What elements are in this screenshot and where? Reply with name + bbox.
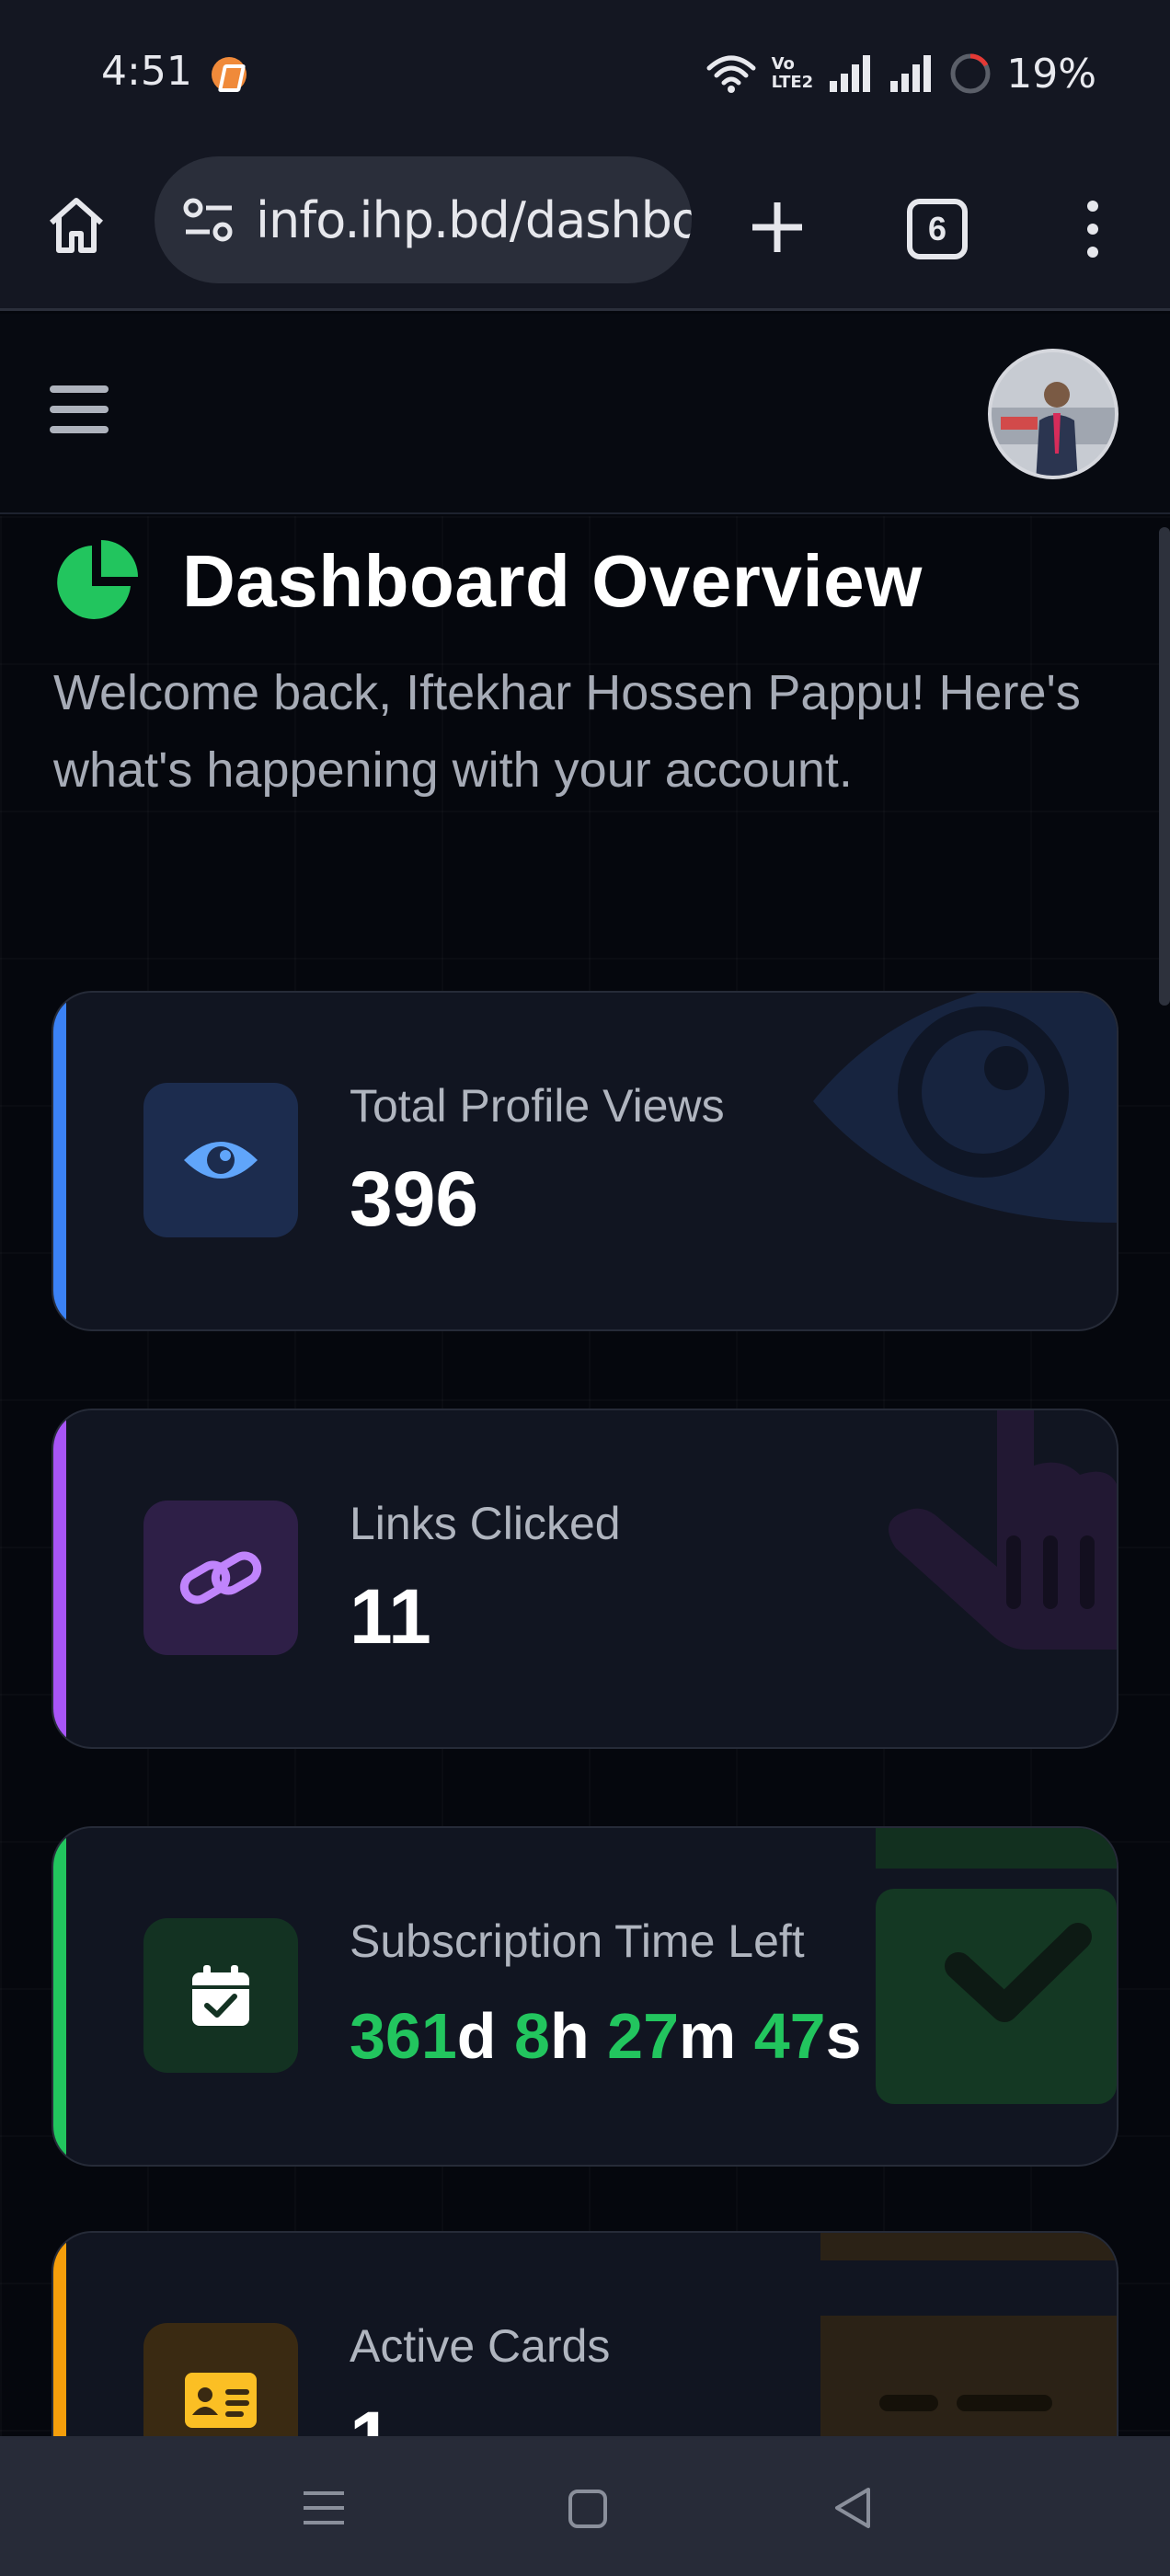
address-bar[interactable]: info.ihp.bd/dashboard — [155, 156, 692, 283]
signal-icon — [890, 55, 932, 92]
subscription-countdown: 361d 8h 27m 47s — [350, 1999, 862, 2073]
card-label: Total Profile Views — [350, 1080, 725, 1132]
countdown-seconds: 47 — [753, 2000, 826, 2072]
calendar-check-icon — [143, 1918, 298, 2073]
status-icons: Vo LTE2 19% — [705, 46, 1096, 101]
battery-level: 19% — [1006, 50, 1096, 98]
site-settings-icon[interactable] — [182, 197, 235, 243]
browser-toolbar: info.ihp.bd/dashboard 6 — [0, 147, 1170, 311]
home-icon[interactable] — [44, 193, 109, 258]
stat-card-subscription: Subscription Time Left 361d 8h 27m 47s — [52, 1826, 1118, 2167]
countdown-days: 361 — [350, 2000, 457, 2072]
volte-icon: Vo LTE2 — [772, 55, 814, 92]
countdown-minutes: 27 — [607, 2000, 680, 2072]
dashboard-content: Dashboard Overview Welcome back, Iftekha… — [0, 516, 1170, 2437]
avatar[interactable] — [988, 349, 1118, 479]
signal-icon — [830, 55, 871, 92]
countdown-days-unit: d — [456, 2000, 497, 2072]
battery-icon — [950, 53, 991, 94]
volte-bottom: LTE2 — [771, 73, 814, 92]
card-label: Active Cards — [350, 2320, 611, 2372]
scrollbar[interactable] — [1159, 527, 1170, 1006]
more-vert-icon[interactable] — [1074, 199, 1111, 259]
countdown-hours-unit: h — [549, 2000, 590, 2072]
card-value: 1 — [350, 2395, 393, 2437]
page-title-row: Dashboard Overview — [53, 538, 923, 625]
plus-icon[interactable] — [745, 195, 809, 259]
wifi-icon — [706, 55, 756, 93]
status-bar: 4:51 Vo LTE2 19% — [0, 0, 1170, 147]
countdown-hours: 8 — [514, 2000, 550, 2072]
back-icon[interactable] — [826, 2480, 881, 2536]
hamburger-icon[interactable] — [50, 385, 109, 439]
card-value: 396 — [350, 1156, 479, 1242]
stat-card-links-clicked: Links Clicked 11 — [52, 1409, 1118, 1749]
eye-icon — [143, 1083, 298, 1237]
calendar-watermark-icon — [876, 1828, 1117, 2104]
id-card-icon — [143, 2323, 298, 2437]
eye-watermark-icon — [813, 993, 1117, 1223]
app-header — [0, 314, 1170, 514]
card-label: Links Clicked — [350, 1498, 621, 1549]
status-time: 4:51 — [101, 48, 192, 95]
app-notification-icon — [212, 57, 247, 92]
card-label: Subscription Time Left — [350, 1915, 805, 1967]
home-nav-icon[interactable] — [559, 2480, 614, 2536]
pointer-watermark-icon — [889, 1410, 1117, 1650]
welcome-text: Welcome back, Iftekhar Hossen Pappu! Her… — [53, 665, 1081, 798]
stat-card-profile-views: Total Profile Views 396 — [52, 991, 1118, 1331]
countdown-seconds-unit: s — [825, 2000, 862, 2072]
chart-pie-icon — [57, 540, 138, 619]
volte-top: Vo — [771, 54, 795, 74]
stat-card-active-cards: Active Cards 1 — [52, 2231, 1118, 2437]
card-value: 11 — [350, 1573, 431, 1660]
url-text[interactable]: info.ihp.bd/dashboard — [256, 191, 692, 249]
recents-icon[interactable] — [296, 2480, 351, 2536]
countdown-minutes-unit: m — [679, 2000, 737, 2072]
link-icon — [143, 1501, 298, 1655]
id-card-watermark-icon — [820, 2233, 1117, 2437]
tab-switcher-button[interactable]: 6 — [907, 199, 968, 259]
system-navigation-bar — [0, 2436, 1170, 2576]
page-title: Dashboard Overview — [182, 540, 923, 622]
